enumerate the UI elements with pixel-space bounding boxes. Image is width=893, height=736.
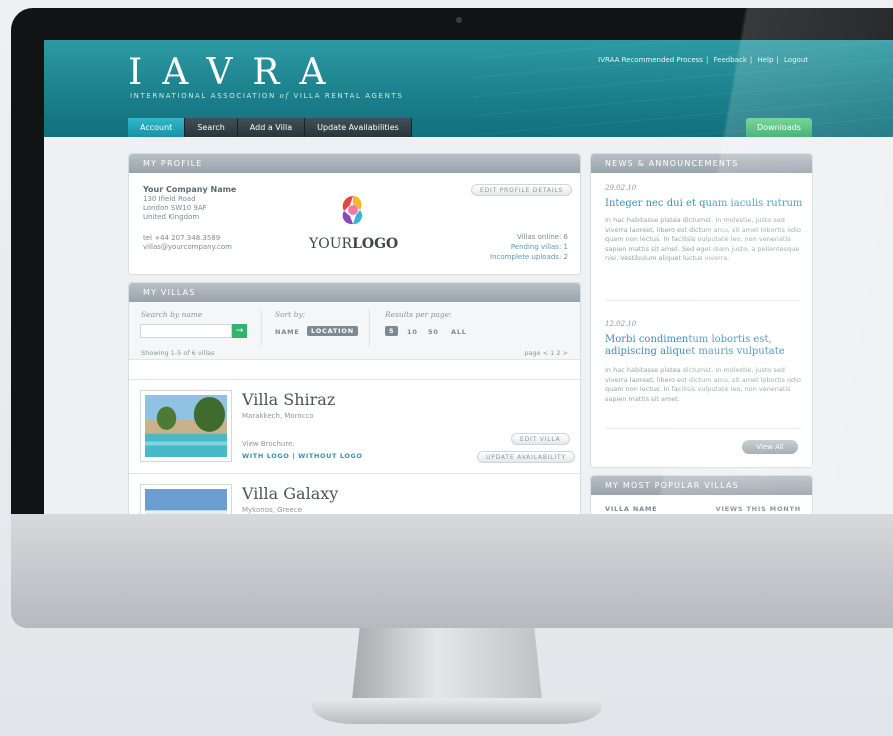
villa-photo — [145, 489, 227, 514]
tab-search[interactable]: Search — [185, 118, 238, 137]
downloads-button[interactable]: Downloads — [746, 118, 812, 137]
incomplete-uploads-link[interactable]: Incomplete uploads: 2 — [490, 253, 568, 261]
popular-villas-panel: MY MOST POPULAR VILLAS VILLA NAME VIEWS … — [590, 475, 813, 514]
sort-name-option[interactable]: NAME — [275, 328, 300, 336]
monitor-chin — [11, 514, 893, 628]
column-views[interactable]: VIEWS THIS MONTH — [716, 505, 801, 513]
main-tabs: Account Search Add a Villa Update Availa… — [128, 118, 412, 137]
results-5-option[interactable]: 5 — [385, 326, 399, 336]
profile-heading: MY PROFILE — [129, 154, 580, 173]
tab-update-availabilities[interactable]: Update Availabilities — [305, 118, 412, 137]
screen: IAVRA INTERNATIONAL ASSOCIATION of VILLA… — [44, 40, 893, 514]
villas-panel: MY VILLAS Search by name → Sort by: NAME… — [128, 282, 582, 514]
company-logo: YOURLOGO — [309, 236, 399, 252]
site-tagline: INTERNATIONAL ASSOCIATION of VILLA RENTA… — [130, 92, 404, 100]
phone-number: tel +44 207.348.3589 — [143, 234, 221, 242]
news-date: 12.02.10 — [605, 320, 637, 328]
site-logo[interactable]: IAVRA — [128, 52, 346, 93]
villa-thumbnail[interactable] — [140, 484, 232, 514]
brochure-label: View Brochure: — [242, 440, 295, 448]
villa-photo — [145, 395, 227, 457]
villa-thumbnail[interactable] — [140, 390, 232, 462]
villa-row: Villa Galaxy Mykonos, Greece — [129, 473, 582, 514]
webcam-icon — [456, 17, 462, 23]
top-link-help[interactable]: Help — [757, 56, 773, 64]
news-title[interactable]: Morbi condimentum lobortis est, adipisci… — [605, 334, 805, 358]
address-line: 130 Ifield Road — [143, 195, 196, 203]
site-header: IAVRA INTERNATIONAL ASSOCIATION of VILLA… — [44, 40, 893, 137]
popular-heading: MY MOST POPULAR VILLAS — [591, 476, 812, 495]
pagination[interactable]: page < 1 2 > — [524, 349, 568, 357]
villas-heading: MY VILLAS — [129, 283, 580, 302]
news-date: 29.02.10 — [605, 184, 637, 192]
tab-add-villa[interactable]: Add a Villa — [237, 118, 306, 137]
villa-name[interactable]: Villa Galaxy — [242, 484, 338, 503]
villa-name[interactable]: Villa Shiraz — [242, 390, 335, 409]
news-body: In hac habitasse platea dictumst. In mol… — [605, 366, 801, 403]
villa-location: Marakkech, Morocco — [242, 412, 314, 420]
villa-row: Villa Shiraz Marakkech, Morocco View Bro… — [129, 379, 582, 473]
sort-label: Sort by: — [275, 310, 306, 319]
edit-villa-button[interactable]: EDIT VILLA — [511, 433, 570, 445]
edit-profile-button[interactable]: EDIT PROFILE DETAILS — [471, 184, 573, 196]
profile-panel: MY PROFILE Your Company Name 130 Ifield … — [128, 153, 581, 275]
sort-location-option[interactable]: LOCATION — [307, 326, 358, 336]
villa-location: Mykonos, Greece — [242, 506, 303, 514]
view-all-button[interactable]: View All — [742, 440, 798, 454]
villas-online-stat: Villas online: 6 — [516, 233, 568, 241]
update-availability-button[interactable]: UPDATE AVAILABILITY — [477, 451, 575, 463]
arrow-right-icon[interactable]: → — [232, 324, 247, 338]
villa-search-input[interactable] — [140, 324, 232, 338]
logo-mark-icon — [342, 196, 363, 225]
company-name: Your Company Name — [143, 185, 237, 194]
brochure-links[interactable]: WITH LOGO | WITHOUT LOGO — [242, 452, 363, 460]
monitor-stand — [352, 628, 542, 700]
top-link-feedback[interactable]: Feedback — [714, 56, 747, 64]
address-line: London SW10 9AF — [143, 204, 207, 212]
results-10-option[interactable]: 10 — [407, 328, 418, 336]
news-body: In hac habitasse platea dictumst. In mol… — [605, 216, 801, 262]
tab-account[interactable]: Account — [128, 118, 186, 137]
results-50-option[interactable]: 50 — [428, 328, 439, 336]
top-link-logout[interactable]: Logout — [784, 56, 808, 64]
news-title[interactable]: Integer nec dui et quam iaculis rutrum — [605, 198, 805, 210]
news-heading: NEWS & ANNOUNCEMENTS — [591, 154, 812, 173]
top-links: IVRAA Recommended Process | Feedback | Hel… — [598, 56, 808, 64]
showing-count: Showing 1-5 of 6 villas — [141, 349, 215, 357]
results-per-page-label: Results per page: — [385, 310, 452, 319]
monitor-foot — [312, 698, 602, 724]
news-panel: NEWS & ANNOUNCEMENTS 29.02.10 Integer ne… — [590, 153, 813, 468]
pending-villas-link[interactable]: Pending villas: 1 — [511, 243, 568, 251]
email-address[interactable]: villas@yourcompany.com — [143, 243, 232, 251]
top-link-recommended-process[interactable]: IVRAA Recommended Process — [598, 56, 703, 64]
results-all-option[interactable]: ALL — [451, 328, 467, 336]
column-villa-name[interactable]: VILLA NAME — [605, 505, 657, 513]
address-line: United Kingdom — [143, 213, 200, 221]
popular-columns: VILLA NAME VIEWS THIS MONTH — [605, 505, 801, 513]
search-label: Search by name — [141, 310, 203, 319]
